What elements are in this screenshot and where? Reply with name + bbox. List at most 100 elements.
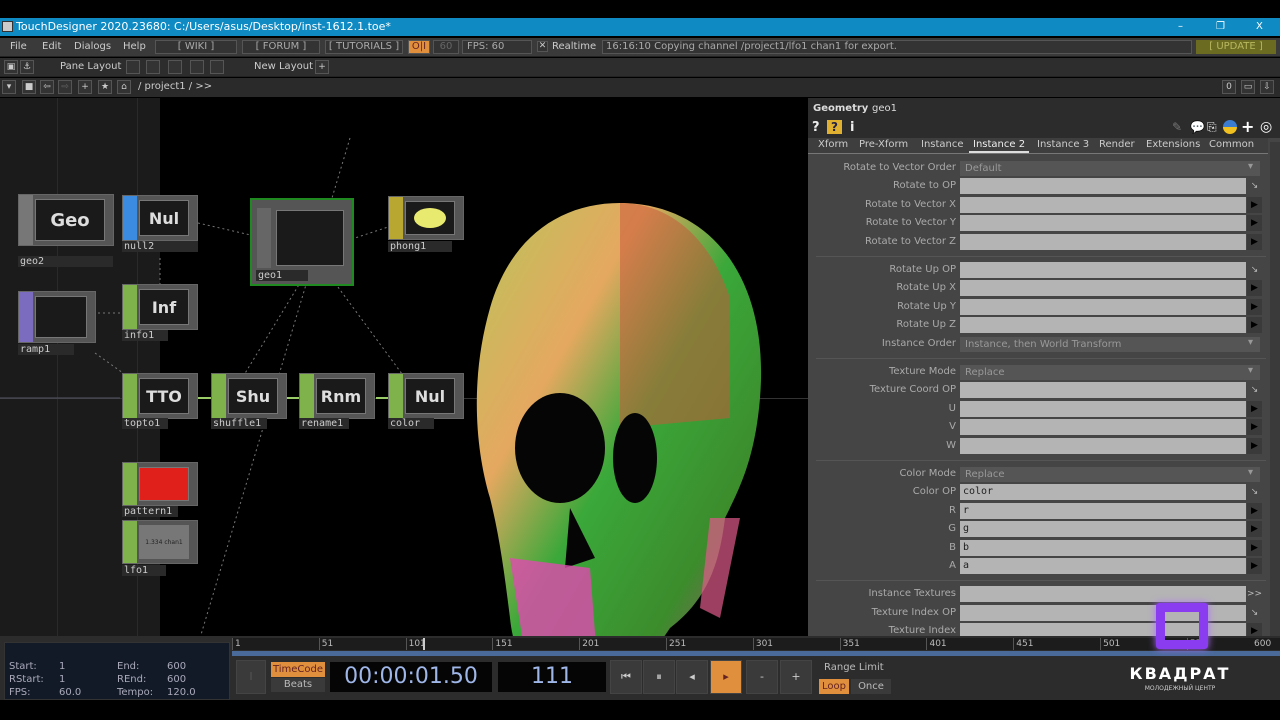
expand-multi-icon[interactable]: >>	[1247, 586, 1262, 602]
time-setting-value[interactable]: 600	[167, 674, 186, 685]
parameter-menu[interactable]: Instance, then World Transform	[960, 336, 1260, 352]
pin-icon[interactable]: ⇩	[1260, 80, 1274, 94]
menu-dialogs[interactable]: Dialogs	[74, 41, 111, 52]
expand-arrow-icon[interactable]: ▶	[1247, 233, 1262, 250]
parameter-field[interactable]	[960, 215, 1246, 232]
tutorials-button[interactable]: [ TUTORIALS ]	[325, 40, 403, 54]
parameter-field[interactable]: b	[960, 539, 1246, 556]
dropdown-icon[interactable]: ▾	[2, 80, 16, 94]
expand-arrow-icon[interactable]: ▶	[1247, 298, 1262, 315]
realtime-checkbox[interactable]: ✕	[537, 41, 548, 52]
node-topto1[interactable]: TTO	[122, 373, 198, 419]
expand-arrow-icon[interactable]: ▶	[1247, 521, 1262, 538]
maximize-pane-icon[interactable]: ▭	[1241, 80, 1255, 94]
node-color[interactable]: Nul	[388, 373, 464, 419]
comment-icon[interactable]: 💬	[1190, 120, 1205, 134]
tab-xform[interactable]: Xform	[818, 139, 848, 150]
layout-split-v-button[interactable]	[146, 60, 160, 74]
op-drop-icon[interactable]: ↘	[1247, 382, 1262, 398]
parameter-field[interactable]	[960, 262, 1246, 278]
menu-edit[interactable]: Edit	[42, 41, 61, 52]
parameter-field[interactable]	[960, 437, 1246, 454]
timecode-display[interactable]: 00:00:01.50	[330, 662, 492, 692]
edit-icon[interactable]: ✎	[1172, 120, 1182, 134]
expand-arrow-icon[interactable]: ▶	[1247, 280, 1262, 297]
parameter-field[interactable]	[960, 280, 1246, 297]
timecode-button[interactable]: TimeCode	[271, 662, 325, 677]
parameter-field[interactable]: g	[960, 521, 1246, 538]
forum-button[interactable]: [ FORUM ]	[242, 40, 320, 54]
stop-icon[interactable]: ■	[22, 80, 36, 94]
op-name[interactable]: geo1	[872, 103, 897, 114]
parameter-field[interactable]	[960, 400, 1246, 417]
forward-icon[interactable]: ⇨	[58, 80, 72, 94]
parameter-menu[interactable]: Default	[960, 161, 1260, 176]
minus-button[interactable]: -	[746, 660, 778, 694]
expand-arrow-icon[interactable]: ▶	[1247, 558, 1262, 574]
expand-arrow-icon[interactable]: ▶	[1247, 400, 1262, 417]
layout-split-h-button[interactable]	[168, 60, 182, 74]
power-toggle[interactable]: O|I	[408, 40, 430, 54]
fps-cap[interactable]: 60	[433, 40, 459, 54]
target-icon[interactable]: ◎	[1260, 119, 1272, 135]
help-icon[interactable]: ?	[812, 120, 820, 135]
update-button[interactable]: [ UPDATE ]	[1196, 40, 1276, 54]
plus-button[interactable]: +	[780, 660, 812, 694]
node-pattern1[interactable]	[122, 462, 198, 506]
parameter-field[interactable]: r	[960, 502, 1246, 519]
chevron-down-icon[interactable]: ▾	[1248, 467, 1253, 478]
tab-instance-3[interactable]: Instance 3	[1037, 139, 1089, 150]
plus-icon[interactable]: +	[1241, 117, 1254, 136]
pane-icon[interactable]: ▣	[4, 60, 18, 74]
tab-pre-xform[interactable]: Pre-Xform	[859, 139, 908, 150]
parameter-field[interactable]	[960, 298, 1246, 315]
step-back-button[interactable]: ◂	[676, 660, 708, 694]
node-geo2[interactable]: Geo	[18, 194, 114, 246]
parameter-scrollbar[interactable]	[1270, 142, 1280, 636]
wiki-button[interactable]: [ WIKI ]	[155, 40, 237, 54]
expand-arrow-icon[interactable]: ▶	[1247, 419, 1262, 436]
op-drop-icon[interactable]: ↘	[1247, 178, 1262, 194]
parameter-field[interactable]	[960, 178, 1246, 195]
time-setting-value[interactable]: 600	[167, 661, 186, 672]
close-button[interactable]: X	[1256, 18, 1263, 36]
parameter-field[interactable]	[960, 382, 1246, 399]
op-drop-icon[interactable]: ↘	[1247, 605, 1262, 621]
python-icon[interactable]	[1223, 120, 1237, 134]
tab-instance[interactable]: Instance	[921, 139, 964, 150]
layout-three-button[interactable]	[190, 60, 204, 74]
timeline-ruler[interactable]: 1 51 101 151 201 251 301 351 401 451 501 551 600	[232, 638, 1280, 650]
time-setting-value[interactable]: 1	[59, 674, 65, 685]
minimize-button[interactable]: –	[1178, 18, 1183, 36]
home-icon[interactable]: ⌂	[117, 80, 131, 94]
parameter-menu[interactable]: Replace	[960, 467, 1260, 482]
parameter-field[interactable]	[960, 317, 1246, 334]
network-editor[interactable]: Geo geo2 Nul null2 geo1 phong1 ramp1 Inf…	[0, 98, 808, 636]
back-icon[interactable]: ⇦	[40, 80, 54, 94]
time-cursor-button[interactable]: I	[236, 660, 266, 694]
node-info1[interactable]: Inf	[122, 284, 198, 330]
time-setting-value[interactable]: 60.0	[59, 687, 81, 698]
parameter-field[interactable]: color	[960, 484, 1246, 501]
play-button[interactable]: ▸	[710, 660, 742, 694]
tab-render[interactable]: Render	[1099, 139, 1135, 150]
restore-button[interactable]: ❐	[1216, 18, 1225, 36]
menu-help[interactable]: Help	[123, 41, 146, 52]
info-icon[interactable]: i	[850, 120, 854, 135]
node-lfo1[interactable]: 1.334 chan1	[122, 520, 198, 564]
node-null2[interactable]: Nul	[122, 195, 198, 241]
expand-arrow-icon[interactable]: ▶	[1247, 502, 1262, 519]
op-drop-icon[interactable]: ↘	[1247, 484, 1262, 500]
node-shuffle1[interactable]: Shu	[211, 373, 287, 419]
chevron-down-icon[interactable]: ▾	[1248, 161, 1253, 172]
menu-file[interactable]: File	[10, 41, 27, 52]
expand-arrow-icon[interactable]: ▶	[1247, 317, 1262, 334]
time-setting-value[interactable]: 120.0	[167, 687, 196, 698]
layout-single-button[interactable]	[126, 60, 140, 74]
star-icon[interactable]: ★	[98, 80, 112, 94]
parameter-field[interactable]	[960, 196, 1246, 213]
loop-button[interactable]: Loop	[819, 679, 849, 694]
tab-common[interactable]: Common	[1209, 139, 1254, 150]
layout-four-button[interactable]	[210, 60, 224, 74]
parameter-field[interactable]	[960, 233, 1246, 250]
